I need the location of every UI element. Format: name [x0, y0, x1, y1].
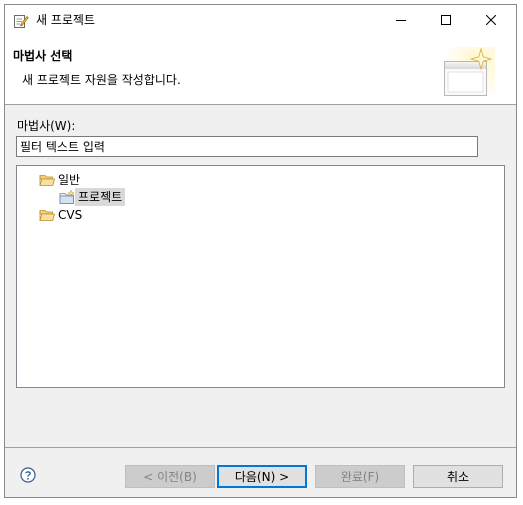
- tree-item-cvs[interactable]: CVS: [39, 206, 85, 224]
- close-icon: [485, 15, 496, 25]
- folder-open-icon: [39, 210, 55, 221]
- maximize-icon: [440, 15, 451, 25]
- help-icon[interactable]: [20, 467, 36, 483]
- title-bar[interactable]: 새 프로젝트: [5, 5, 516, 35]
- new-wizard-banner-icon: [441, 47, 495, 99]
- tree-item-label: 프로젝트: [75, 188, 126, 206]
- close-button[interactable]: [468, 5, 513, 35]
- wizard-filter-input[interactable]: [16, 136, 478, 157]
- tree-item-label: CVS: [58, 208, 83, 222]
- next-button[interactable]: 다음(N) >: [217, 465, 307, 488]
- finish-button[interactable]: 완료(F): [315, 465, 405, 488]
- new-project-icon: [59, 189, 75, 204]
- folder-open-icon: [39, 175, 55, 186]
- tree-item-project[interactable]: 프로젝트: [59, 188, 126, 206]
- minimize-button[interactable]: [378, 5, 423, 35]
- wizard-tree[interactable]: 일반 프로젝트 CVS: [16, 165, 505, 388]
- new-project-app-icon: [14, 15, 29, 28]
- back-button[interactable]: < 이전(B): [125, 465, 215, 488]
- wizards-label: 마법사(W):: [17, 119, 76, 133]
- wizard-header: 마법사 선택 새 프로젝트 자원을 작성합니다.: [5, 35, 516, 105]
- tree-item-general[interactable]: 일반: [39, 171, 83, 189]
- new-project-dialog: 새 프로젝트 마법사 선택 새 프로젝트 자원을 작성합니다. 마법사(W): …: [4, 4, 517, 498]
- button-bar: < 이전(B) 다음(N) > 완료(F) 취소: [5, 448, 516, 497]
- maximize-button[interactable]: [423, 5, 468, 35]
- wizard-page-title: 마법사 선택: [13, 49, 73, 63]
- minimize-icon: [395, 20, 406, 21]
- wizard-page-description: 새 프로젝트 자원을 작성합니다.: [22, 73, 181, 87]
- window-title: 새 프로젝트: [36, 13, 96, 27]
- cancel-button[interactable]: 취소: [413, 465, 503, 488]
- tree-item-label: 일반: [58, 173, 81, 187]
